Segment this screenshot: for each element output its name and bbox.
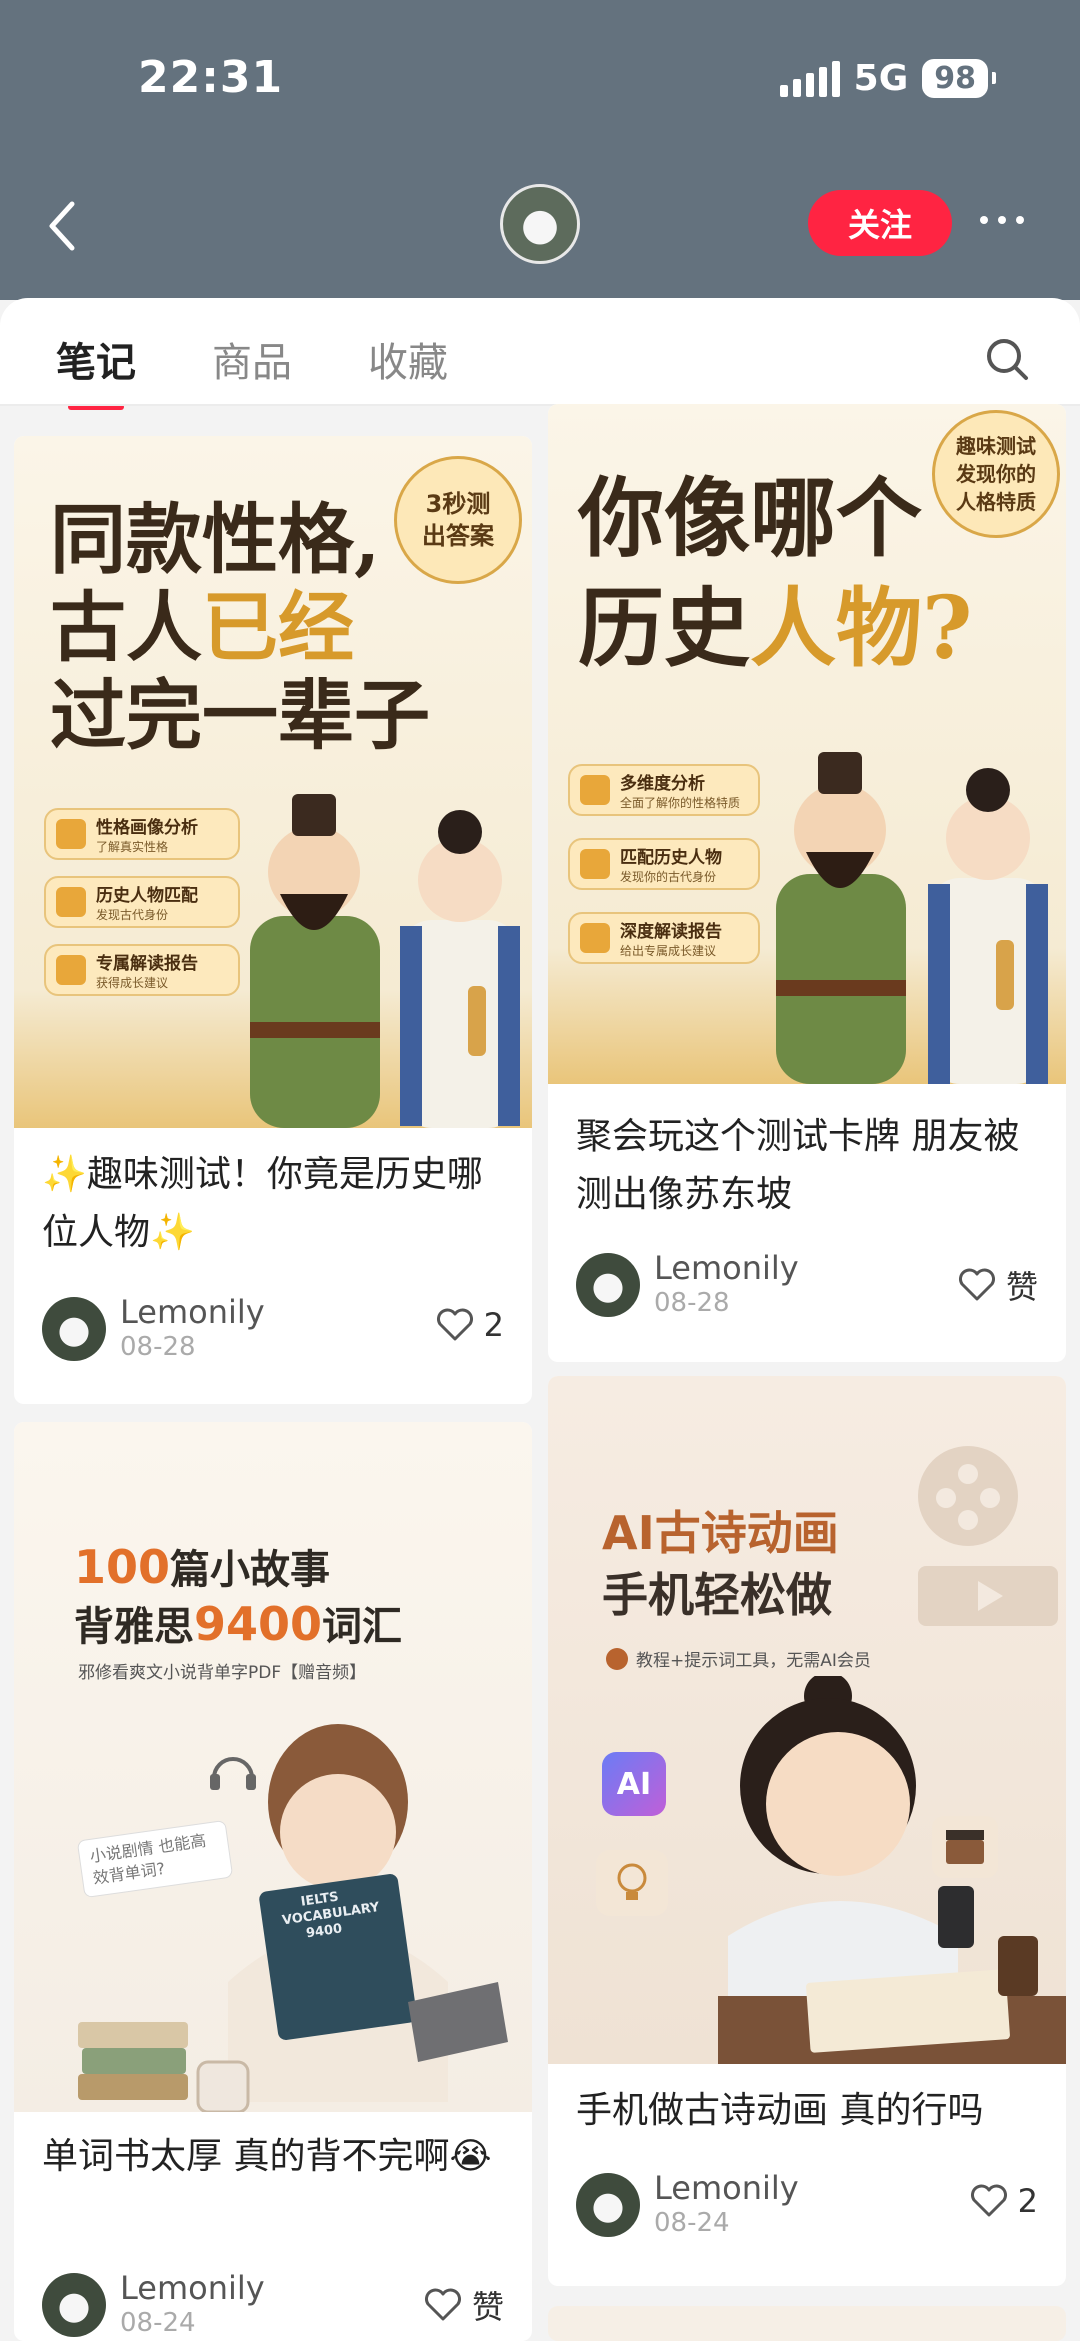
note-title[interactable]: ✨趣味测试！你竟是历史哪位人物✨: [42, 1146, 508, 1262]
cover-feature: 历史人物匹配 发现古代身份: [44, 876, 240, 928]
cover-headline: 过完一辈子: [50, 671, 430, 760]
signal-icon: [779, 60, 840, 97]
cover-headline: 古人: [50, 583, 202, 672]
note-title[interactable]: 聚会玩这个测试卡牌 朋友被测出像苏东坡: [576, 1108, 1042, 1224]
note-title[interactable]: 手机做古诗动画 真的行吗: [576, 2082, 1042, 2140]
cover-headline: 历史: [578, 578, 750, 679]
note-cover-image: 100篇小故事 背雅思9400词汇 邪修看爽文小说背单字PDF【赠音频】 小说剧…: [14, 1422, 532, 2112]
note-cover-image: AI古诗动画 手机轻松做 教程+提示词工具，无需AI会员 AI: [548, 1376, 1066, 2064]
note-date: 08-24: [654, 2208, 730, 2238]
note-date: 08-28: [120, 1332, 196, 1362]
ai-badge: AI: [602, 1752, 666, 1816]
author-avatar: [42, 2273, 106, 2337]
cover-headline: 词汇: [322, 1604, 403, 1650]
heart-icon: [424, 2288, 461, 2321]
cover-feature: 深度解读报告 给出专属成长建议: [568, 912, 760, 964]
more-options-icon[interactable]: [980, 216, 1024, 224]
cover-headline: 同款性格,: [50, 495, 381, 584]
note-card[interactable]: 100篇小故事 背雅思9400词汇 邪修看爽文小说背单字PDF【赠音频】 小说剧…: [14, 1422, 532, 2341]
back-icon[interactable]: [40, 196, 86, 256]
cover-headline: 篇小故事: [170, 1547, 331, 1593]
scholar-illustration: [250, 794, 520, 1128]
author-avatar: [576, 1253, 640, 1317]
like-button[interactable]: 赞: [424, 2282, 504, 2328]
cover-headline-highlight: 100: [74, 1540, 171, 1594]
note-cover-image: 同款性格, 古人已经 过完一辈子 3秒测出答案 性格画像分析 了解真实性格 历史人…: [14, 436, 532, 1128]
target-icon: [580, 849, 610, 879]
cover-feature: 匹配历史人物 发现你的古代身份: [568, 838, 760, 890]
cover-headline-highlight: 已经: [202, 583, 354, 672]
note-author[interactable]: Lemonily 08-24: [576, 2170, 799, 2240]
author-avatar: [576, 2173, 640, 2237]
heart-icon: [958, 1268, 995, 1301]
author-name: Lemonily: [654, 2169, 799, 2207]
profile-avatar[interactable]: [500, 184, 580, 264]
profile-header: 22:31 5G 98 关注: [0, 0, 1080, 300]
note-card[interactable]: AI古诗动画 手机轻松做 教程+提示词工具，无需AI会员 AI 手机做古诗动画 …: [548, 1376, 1066, 2286]
like-count: 赞: [471, 2288, 504, 2326]
note-title[interactable]: 单词书太厚 真的背不完啊😭: [42, 2128, 508, 2186]
search-icon[interactable]: [984, 336, 1030, 382]
check-icon: [606, 1647, 628, 1670]
note-author[interactable]: Lemonily 08-28: [576, 1250, 799, 1320]
like-button[interactable]: 2: [436, 1306, 504, 1344]
like-count: 2: [1017, 2182, 1038, 2220]
chart-icon: [580, 923, 610, 953]
note-author[interactable]: Lemonily 08-24: [42, 2270, 265, 2340]
cover-feature: 多维度分析 全面了解你的性格特质: [568, 764, 760, 816]
status-time: 22:31: [138, 52, 284, 103]
cover-subtitle: 教程+提示词工具，无需AI会员: [636, 1651, 871, 1671]
cover-feature: 专属解读报告 获得成长建议: [44, 944, 240, 996]
status-indicators: 5G 98: [779, 58, 996, 99]
follow-button[interactable]: 关注: [808, 190, 952, 256]
tab-bar: 笔记 商品 收藏: [0, 298, 1080, 410]
note-card[interactable]: 你像哪个 历史人物? 趣味测试发现你的人格特质 多维度分析 全面了解你的性格特质 …: [548, 404, 1066, 1362]
cover-headline: 手机轻松做: [602, 1568, 832, 1622]
scroll-icon: [56, 819, 86, 849]
author-name: Lemonily: [654, 1249, 799, 1287]
note-date: 08-28: [654, 1288, 730, 1318]
like-count: 赞: [1005, 1268, 1038, 1306]
cover-badge: 3秒测出答案: [394, 456, 522, 584]
battery-icon: 98: [922, 59, 996, 98]
note-author[interactable]: Lemonily 08-28: [42, 1294, 265, 1364]
like-button[interactable]: 2: [970, 2182, 1038, 2220]
like-button[interactable]: 赞: [958, 1262, 1038, 1308]
child-painting-illustration: [718, 1676, 1066, 2064]
scholar-illustration: [776, 752, 1048, 1084]
cover-headline: 背雅思: [74, 1604, 194, 1650]
heart-icon: [436, 1308, 473, 1341]
like-count: 2: [483, 1306, 504, 1344]
note-card[interactable]: [548, 2306, 1066, 2341]
tab-products[interactable]: 商品: [212, 330, 292, 388]
note-date: 08-24: [120, 2308, 196, 2338]
cover-headline-highlight: 人物?: [750, 578, 973, 679]
tab-notes[interactable]: 笔记: [56, 330, 136, 410]
cover-headline: AI古诗动画: [602, 1506, 839, 1560]
note-card[interactable]: 同款性格, 古人已经 过完一辈子 3秒测出答案 性格画像分析 了解真实性格 历史人…: [14, 436, 532, 1404]
author-name: Lemonily: [120, 2269, 265, 2307]
tab-favorites[interactable]: 收藏: [368, 330, 448, 388]
cover-headline: 你像哪个: [578, 468, 922, 569]
lightbulb-icon: [596, 1850, 668, 1916]
author-name: Lemonily: [120, 1293, 265, 1331]
cover-headline-highlight: 9400: [194, 1597, 323, 1651]
scroll-icon: [580, 775, 610, 805]
cover-subtitle: 邪修看爽文小说背单字PDF【赠音频】: [78, 1663, 367, 1683]
film-reel-icon: [918, 1446, 1058, 1626]
note-cover-image: 你像哪个 历史人物? 趣味测试发现你的人格特质 多维度分析 全面了解你的性格特质 …: [548, 404, 1066, 1084]
cover-badge: 趣味测试发现你的人格特质: [932, 410, 1060, 538]
network-label: 5G: [853, 58, 909, 99]
author-avatar: [42, 1297, 106, 1361]
target-icon: [56, 887, 86, 917]
heart-icon: [970, 2184, 1007, 2217]
cover-feature: 性格画像分析 了解真实性格: [44, 808, 240, 860]
chart-icon: [56, 955, 86, 985]
